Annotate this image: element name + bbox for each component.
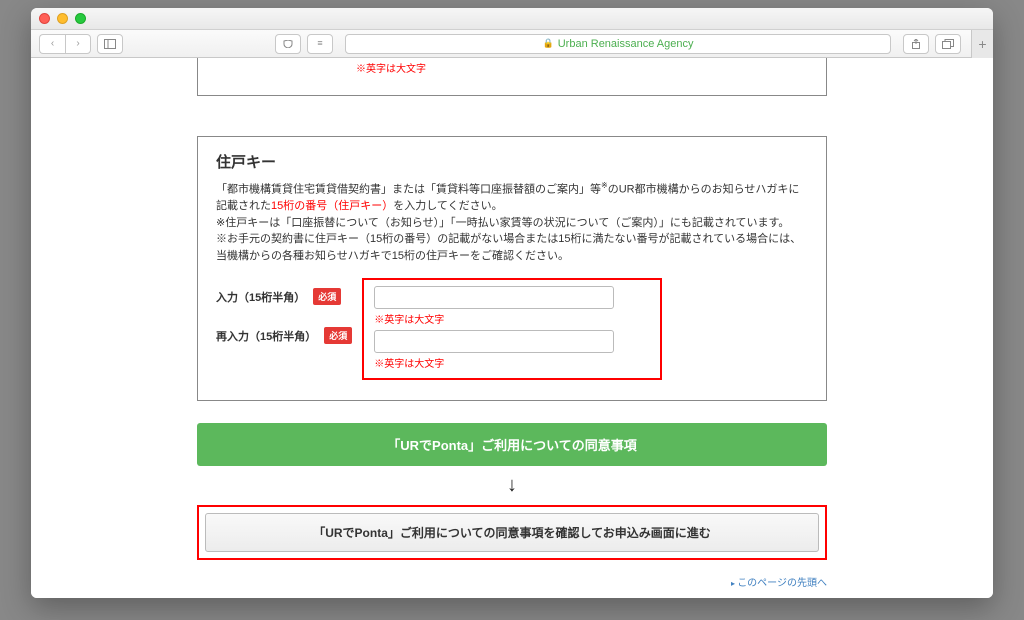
uppercase-note: ※英字は大文字 <box>374 311 650 326</box>
input-block: ※英字は大文字 <box>374 286 650 326</box>
proceed-button[interactable]: 「URでPonta」ご利用についての同意事項を確認してお申込み画面に進む <box>205 513 819 552</box>
required-badge: 必須 <box>324 327 352 344</box>
arrow-down-icon: ↓ <box>197 474 827 497</box>
share-button[interactable] <box>903 34 929 54</box>
browser-window: ‹ › ≡ 🔒 Urban Renaissance Agency + <box>31 8 993 598</box>
tabs-button[interactable] <box>935 34 961 54</box>
section-title: 住戸キー <box>216 151 808 172</box>
reinput-block: ※英字は大文字 <box>374 330 650 370</box>
maximize-window-icon[interactable] <box>75 13 86 24</box>
browser-toolbar: ‹ › ≡ 🔒 Urban Renaissance Agency + <box>31 30 993 58</box>
desc-text: ※住戸キーは「口座振替について（お知らせ）」「一時払い家賃等の状況について（ご案… <box>216 217 789 229</box>
consent-terms-bar[interactable]: 「URでPonta」ご利用についての同意事項 <box>197 423 827 466</box>
new-tab-button[interactable]: + <box>971 30 993 58</box>
reinput-label: 再入力（15桁半角） <box>216 328 316 344</box>
inputs-highlight-box: ※英字は大文字 ※英字は大文字 <box>362 278 662 380</box>
input-label-row: 入力（15桁半角） 必須 <box>216 288 352 305</box>
form-page: ※英字は大文字 住戸キー 「都市機構賃貸住宅賃貸借契約書」または「賃貸料等口座振… <box>197 58 827 589</box>
share-icon <box>911 39 921 49</box>
page-content: ※英字は大文字 住戸キー 「都市機構賃貸住宅賃貸借契約書」または「賃貸料等口座振… <box>31 58 993 598</box>
sidebar-icon <box>104 39 116 49</box>
lines-icon: ≡ <box>317 39 322 48</box>
desc-text: を入力してください。 <box>393 200 502 212</box>
desc-emphasis: 15桁の番号（住戸キー） <box>271 200 393 212</box>
housing-key-reinput[interactable] <box>374 330 614 353</box>
address-bar[interactable]: 🔒 Urban Renaissance Agency <box>345 34 891 54</box>
required-badge: 必須 <box>313 288 341 305</box>
uppercase-note-prev: ※英字は大文字 <box>356 60 426 75</box>
labels-column: 入力（15桁半角） 必須 再入力（15桁半角） 必須 <box>216 278 352 380</box>
uppercase-note: ※英字は大文字 <box>374 355 650 370</box>
reader-toggle-button[interactable] <box>275 34 301 54</box>
section-description: 「都市機構賃貸住宅賃貸借契約書」または「賃貸料等口座振替額のご案内」等※のUR都… <box>216 180 808 264</box>
tabs-icon <box>942 39 954 49</box>
housing-key-input[interactable] <box>374 286 614 309</box>
minimize-window-icon[interactable] <box>57 13 68 24</box>
previous-section-bottom: ※英字は大文字 <box>197 58 827 96</box>
reinput-label-row: 再入力（15桁半角） 必須 <box>216 327 352 344</box>
desc-text: ※お手元の契約書に住戸キー（15桁の番号）の記載がない場合または15桁に満たない… <box>216 233 801 262</box>
sidebar-toggle-button[interactable] <box>97 34 123 54</box>
page-top-link[interactable]: このページの先頭へ <box>197 574 827 589</box>
window-titlebar <box>31 8 993 30</box>
site-title: Urban Renaissance Agency <box>558 38 694 50</box>
desc-text: 「都市機構賃貸住宅賃貸借契約書」または「賃貸料等口座振替額のご案内」等 <box>216 184 601 196</box>
text-size-button[interactable]: ≡ <box>307 34 333 54</box>
traffic-lights <box>39 13 86 24</box>
form-area: 入力（15桁半角） 必須 再入力（15桁半角） 必須 ※英字は大文字 <box>216 278 808 380</box>
back-button[interactable]: ‹ <box>39 34 65 54</box>
shield-icon <box>283 40 293 48</box>
nav-buttons: ‹ › <box>39 34 91 54</box>
proceed-highlight-box: 「URでPonta」ご利用についての同意事項を確認してお申込み画面に進む <box>197 505 827 560</box>
housing-key-section: 住戸キー 「都市機構賃貸住宅賃貸借契約書」または「賃貸料等口座振替額のご案内」等… <box>197 136 827 401</box>
sup-mark: ※ <box>601 181 608 190</box>
forward-button[interactable]: › <box>65 34 91 54</box>
input-label: 入力（15桁半角） <box>216 289 305 305</box>
close-window-icon[interactable] <box>39 13 50 24</box>
lock-icon: 🔒 <box>543 38 554 49</box>
